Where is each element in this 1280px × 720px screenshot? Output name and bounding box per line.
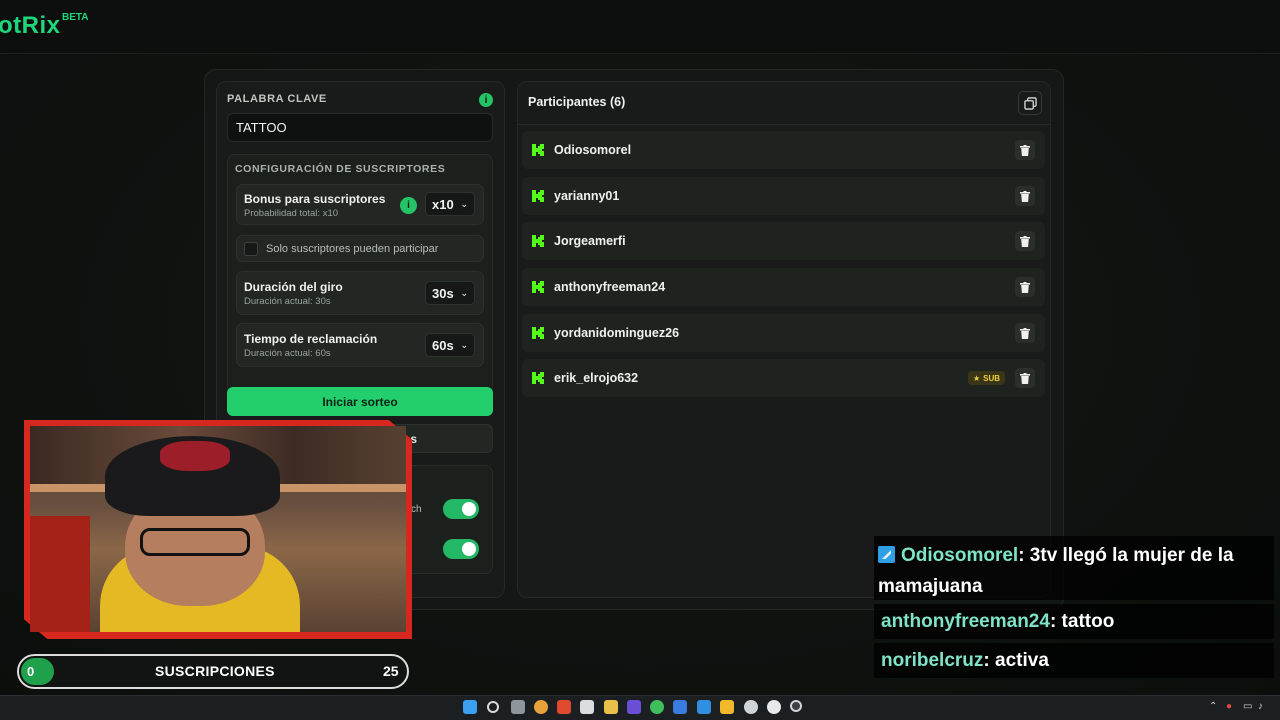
chat-text: : tattoo: [1049, 611, 1115, 632]
sub-badge-label: SUB: [983, 373, 1000, 383]
subscriptions-label: SUSCRIPCIONES: [155, 663, 275, 679]
kick-icon: [532, 190, 544, 202]
steam-icon[interactable]: [767, 700, 781, 714]
bonus-subtitle: Probabilidad total: x10: [244, 208, 339, 219]
trash-icon: [1020, 372, 1030, 384]
participant-row: erik_elrojo632 ★ SUB: [522, 359, 1045, 397]
chrome-icon[interactable]: [650, 700, 664, 714]
chat-message: noribelcruz: activa: [874, 643, 1274, 678]
trash-icon: [1020, 327, 1030, 339]
delete-participant-button[interactable]: [1015, 368, 1035, 388]
option-toggle-1[interactable]: [443, 499, 479, 519]
kick-icon: [532, 235, 544, 247]
only-subs-label: Solo suscriptores pueden participar: [266, 243, 439, 255]
chat-message: Odiosomorel: 3tv llegó la mujer de la ma…: [874, 536, 1274, 600]
keyword-info-icon[interactable]: i: [479, 93, 493, 107]
store-icon[interactable]: [580, 700, 594, 714]
app-logo[interactable]: otRix: [0, 12, 61, 40]
subscriber-config-title: CONFIGURACIÓN DE SUSCRIPTORES: [235, 163, 446, 175]
browser-icon[interactable]: [534, 700, 548, 714]
twitch-icon[interactable]: [627, 700, 641, 714]
toggle-option-label: ch: [411, 504, 422, 515]
chat-message: anthonyfreeman24: tattoo: [874, 604, 1274, 639]
chat-username: noribelcruz: [881, 650, 984, 671]
beta-badge: BETA: [62, 12, 89, 23]
chevron-down-icon: ⌄: [460, 339, 468, 350]
moderator-badge-icon: [878, 546, 895, 563]
brave-icon[interactable]: [557, 700, 571, 714]
claim-time-value: 60s: [432, 337, 454, 353]
participant-row: yordanidominguez26: [522, 314, 1045, 352]
chat-username: Odiosomorel: [901, 545, 1019, 566]
star-icon: ★: [972, 373, 981, 383]
search-icon[interactable]: [487, 701, 499, 713]
subscriptions-target: 25: [383, 663, 399, 679]
network-icon[interactable]: ▭: [1243, 701, 1252, 712]
spin-duration-select[interactable]: 30s ⌄: [425, 281, 475, 305]
bonus-multiplier-value: x10: [432, 196, 454, 212]
trash-icon: [1020, 235, 1030, 247]
option-toggle-2[interactable]: [443, 539, 479, 559]
copy-icon: [1023, 96, 1037, 110]
webcam-feed: [30, 426, 406, 632]
file-explorer-icon[interactable]: [604, 700, 618, 714]
subscriptions-goal-fill: [21, 658, 54, 685]
spin-duration-subtitle: Duración actual: 30s: [244, 296, 331, 307]
delete-participant-button[interactable]: [1015, 323, 1035, 343]
kick-icon: [532, 281, 544, 293]
app-icon[interactable]: [673, 700, 687, 714]
delete-participant-button[interactable]: [1015, 186, 1035, 206]
spin-duration-value: 30s: [432, 285, 454, 301]
kick-icon: [532, 372, 544, 384]
delete-participant-button[interactable]: [1015, 231, 1035, 251]
top-bar: [0, 0, 1280, 54]
participant-name: Jorgeamerfi: [554, 234, 626, 248]
keyword-input[interactable]: [227, 113, 493, 142]
chat-text: : activa: [983, 650, 1049, 671]
claim-time-title: Tiempo de reclamación: [244, 332, 378, 346]
trash-icon: [1020, 281, 1030, 293]
participant-name: anthonyfreeman24: [554, 280, 666, 294]
spin-duration-title: Duración del giro: [244, 280, 343, 294]
start-giveaway-button[interactable]: Iniciar sorteo: [227, 387, 493, 416]
shield-icon[interactable]: [697, 700, 711, 714]
delete-participant-button[interactable]: [1015, 140, 1035, 160]
app-icon[interactable]: [720, 700, 734, 714]
participant-name: yarianny01: [554, 189, 620, 203]
subscriptions-current: 0: [27, 664, 35, 679]
participants-title: Participantes (6): [528, 95, 626, 109]
trash-icon: [1020, 144, 1030, 156]
keyword-label: PALABRA CLAVE: [227, 93, 327, 105]
participant-row: yarianny01: [522, 177, 1045, 215]
obs-icon[interactable]: [744, 700, 758, 714]
chat-username: anthonyfreeman24: [881, 611, 1050, 632]
only-subs-checkbox[interactable]: [244, 242, 258, 256]
kick-icon: [532, 144, 544, 156]
chevron-down-icon: ⌄: [460, 198, 468, 209]
bonus-title: Bonus para suscriptores: [244, 192, 386, 206]
participant-name: yordanidominguez26: [554, 326, 680, 340]
microphone-icon[interactable]: ●: [1226, 701, 1232, 712]
copy-button[interactable]: [1018, 91, 1042, 115]
claim-time-subtitle: Duración actual: 60s: [244, 348, 331, 359]
media-player-icon[interactable]: [790, 700, 802, 712]
subscriber-badge: ★ SUB: [967, 371, 1005, 385]
participant-row: anthonyfreeman24: [522, 268, 1045, 306]
bonus-multiplier-select[interactable]: x10 ⌄: [425, 192, 475, 216]
participant-name: erik_elrojo632: [554, 371, 639, 385]
kick-icon: [532, 327, 544, 339]
participant-name: Odiosomorel: [554, 143, 632, 157]
tray-chevron-icon[interactable]: ⌃: [1209, 701, 1217, 712]
trash-icon: [1020, 190, 1030, 202]
participant-row: Jorgeamerfi: [522, 222, 1045, 260]
participant-row: Odiosomorel: [522, 131, 1045, 169]
volume-icon[interactable]: ♪: [1258, 701, 1263, 712]
delete-participant-button[interactable]: [1015, 277, 1035, 297]
chevron-down-icon: ⌄: [460, 287, 468, 298]
bonus-info-icon[interactable]: i: [400, 197, 417, 214]
start-menu-icon[interactable]: [463, 700, 477, 714]
claim-time-select[interactable]: 60s ⌄: [425, 333, 475, 357]
task-view-icon[interactable]: [511, 700, 525, 714]
